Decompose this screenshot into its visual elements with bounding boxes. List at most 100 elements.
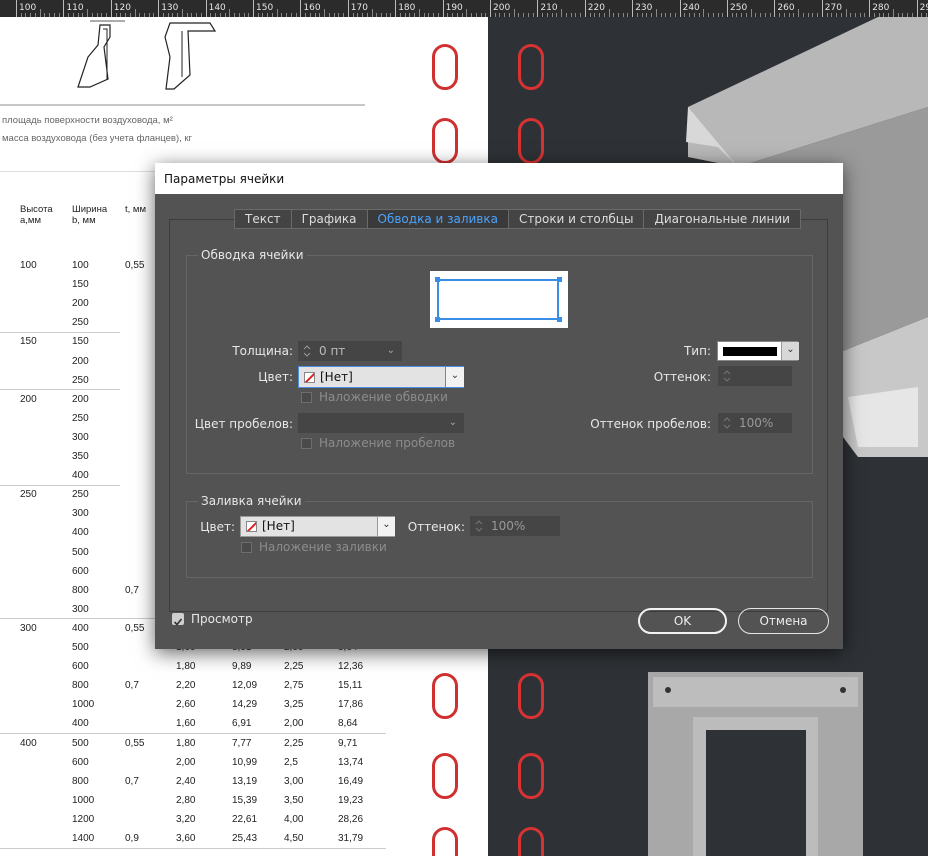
table-cell: 0,7 xyxy=(125,775,139,787)
table-cell: 600 xyxy=(72,661,89,673)
table-cell: 300 xyxy=(72,508,89,520)
stroke-proxy-cell[interactable] xyxy=(437,279,559,320)
table-cell: 2,40 xyxy=(176,775,196,787)
gap-color-select[interactable]: ⌄ xyxy=(298,413,464,433)
ruler-minor-tick xyxy=(134,9,136,17)
preview-checkbox[interactable] xyxy=(172,613,184,626)
table-cell: 9,71 xyxy=(338,737,358,749)
table-cell: 2,20 xyxy=(176,680,196,692)
stroke-type-select[interactable]: ⌄ xyxy=(717,341,799,361)
none-swatch-icon xyxy=(304,372,315,383)
table-cell: 0,55 xyxy=(125,737,145,749)
chevron-down-icon[interactable]: ⌄ xyxy=(445,367,464,387)
table-cell: 1000 xyxy=(72,794,95,806)
overprint-stroke-label: Наложение обводки xyxy=(319,390,448,404)
table-cell: 400 xyxy=(20,737,37,749)
table-cell: 3,60 xyxy=(176,833,196,844)
spinner-arrows-icon[interactable] xyxy=(474,519,484,533)
cancel-button[interactable]: Отмена xyxy=(738,608,829,634)
table-cell: 2,75 xyxy=(284,680,304,692)
table-cell: 1400 xyxy=(72,833,95,844)
chevron-down-icon[interactable]: ⌄ xyxy=(387,345,395,356)
header-width: Ширина b, мм xyxy=(72,204,108,226)
ruler-major-tick xyxy=(584,0,586,17)
chevron-down-icon[interactable]: ⌄ xyxy=(449,417,457,428)
table-cell: 2,00 xyxy=(284,718,304,730)
ruler-major-tick xyxy=(869,0,871,17)
table-cell: 400 xyxy=(72,622,89,634)
table-cell: 800 xyxy=(72,680,89,692)
red-oval-marker xyxy=(518,44,544,90)
tab-diagonal-lines[interactable]: Диагональные линии xyxy=(643,209,801,229)
table-cell: 2,80 xyxy=(176,794,196,806)
horizontal-ruler[interactable]: 100 110 120 130 140 150 160 170 180 190 200 210 220 2… xyxy=(0,0,928,18)
spinner-arrows-icon[interactable] xyxy=(722,416,732,430)
ruler-label: 240 xyxy=(682,3,700,13)
fill-color-select[interactable]: [Нет] ⌄ xyxy=(240,516,395,537)
ruler-label: 290 xyxy=(919,3,928,13)
table-cell: 1000 xyxy=(72,699,95,711)
table-cell: 12,36 xyxy=(338,661,364,673)
red-oval-marker xyxy=(518,673,544,719)
tab-stroke-fill[interactable]: Обводка и заливка xyxy=(366,209,508,229)
ruler-major-tick xyxy=(537,0,539,17)
gap-tint-spinner[interactable]: 100% xyxy=(718,413,792,433)
ruler-minor-tick xyxy=(229,9,231,17)
ruler-label: 110 xyxy=(66,3,84,13)
table-cell: 2,25 xyxy=(284,661,304,673)
ok-button[interactable]: OK xyxy=(638,608,727,634)
tab-text[interactable]: Текст xyxy=(234,209,291,229)
table-cell: 2,60 xyxy=(176,699,196,711)
table-cell: 22,61 xyxy=(232,813,258,825)
ruler-label: 230 xyxy=(635,3,653,13)
fill-tint-spinner[interactable]: 100% xyxy=(470,516,560,536)
ruler-major-tick xyxy=(63,0,65,17)
ruler-major-tick xyxy=(821,0,823,17)
gap-tint-label: Оттенок пробелов: xyxy=(590,417,711,431)
ruler-label: 180 xyxy=(398,3,416,13)
dialog-title: Параметры ячейки xyxy=(164,172,285,186)
weight-spinner[interactable]: 0 пт ⌄ xyxy=(298,341,402,361)
ruler-label: 160 xyxy=(303,3,321,13)
table-cell: 2,25 xyxy=(284,737,304,749)
overprint-gap-checkbox[interactable] xyxy=(301,438,312,449)
stroke-tint-spinner[interactable] xyxy=(718,366,792,386)
overprint-stroke-checkbox[interactable] xyxy=(301,392,312,403)
ruler-label: 210 xyxy=(540,3,558,13)
legend-area: площадь поверхности воздуховода, м² xyxy=(2,115,173,126)
stroke-color-select[interactable]: [Нет] ⌄ xyxy=(298,366,464,388)
proxy-corner-handle xyxy=(557,317,562,322)
fill-color-label: Цвет: xyxy=(200,520,235,534)
table-cell: 9,89 xyxy=(232,661,252,673)
tab-graphics[interactable]: Графика xyxy=(290,209,367,229)
table-cell: 800 xyxy=(72,775,89,787)
chevron-down-icon[interactable]: ⌄ xyxy=(377,517,395,536)
table-cell: 0,7 xyxy=(125,680,139,692)
ruler-major-tick xyxy=(16,0,17,17)
table-cell: 3,00 xyxy=(284,775,304,787)
ruler-minor-tick xyxy=(87,9,89,17)
ruler-label: 270 xyxy=(824,3,842,13)
table-cell: 1,80 xyxy=(176,737,196,749)
table-cell: 600 xyxy=(72,565,89,577)
chevron-down-icon[interactable]: ⌄ xyxy=(781,342,799,360)
overprint-fill-checkbox[interactable] xyxy=(241,542,252,553)
spinner-arrows-icon[interactable] xyxy=(302,344,312,358)
ruler-minor-tick xyxy=(181,9,183,17)
tab-bar: Текст Графика Обводка и заливка Строки и… xyxy=(234,209,801,229)
stroke-proxy-preview[interactable] xyxy=(430,271,568,328)
solid-line-swatch xyxy=(723,347,777,356)
spinner-arrows-icon[interactable] xyxy=(722,369,732,383)
tab-rows-columns[interactable]: Строки и столбцы xyxy=(507,209,644,229)
table-cell: 1,60 xyxy=(176,718,196,730)
dialog-titlebar[interactable]: Параметры ячейки xyxy=(155,163,843,194)
ruler-major-tick xyxy=(205,0,207,17)
red-oval-marker xyxy=(432,827,458,856)
table-cell: 3,50 xyxy=(284,794,304,806)
weight-label: Толщина: xyxy=(232,344,293,358)
stroke-tint-label: Оттенок: xyxy=(653,370,711,384)
table-cell: 6,91 xyxy=(232,718,252,730)
red-oval-marker xyxy=(432,673,458,719)
table-cell: 150 xyxy=(20,336,37,348)
ruler-major-tick xyxy=(300,0,302,17)
